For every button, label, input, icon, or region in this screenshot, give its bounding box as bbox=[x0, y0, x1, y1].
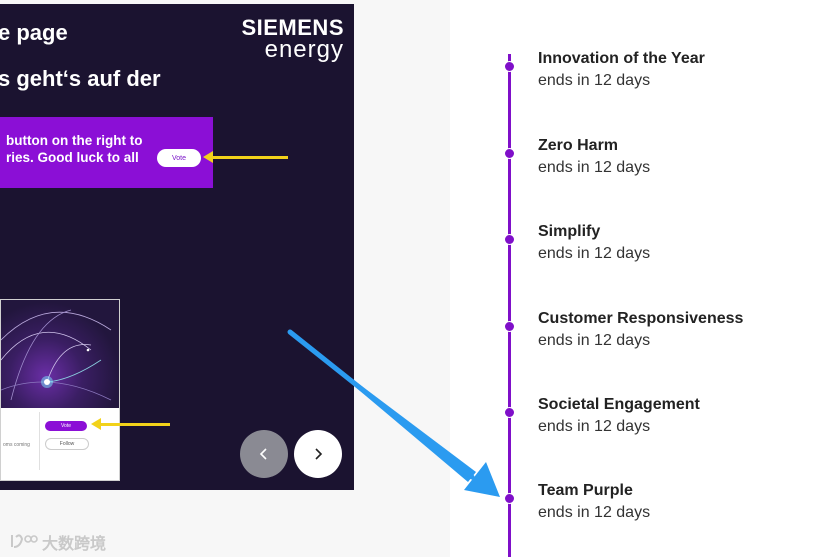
timeline-item-title[interactable]: Innovation of the Year bbox=[538, 50, 705, 68]
watermark-logo-icon bbox=[11, 534, 38, 548]
timeline-item-title[interactable]: Customer Responsiveness bbox=[538, 310, 743, 328]
timeline-dot bbox=[504, 407, 515, 418]
banner-text-line1: button on the right to bbox=[6, 133, 143, 148]
siemens-energy-logo: SIEMENS energy bbox=[241, 17, 344, 63]
timeline-dot bbox=[504, 234, 515, 245]
timeline-item-status: ends in 12 days bbox=[538, 72, 651, 89]
instruction-banner: button on the right to ries. Good luck t… bbox=[0, 117, 213, 188]
slide-title: e page bbox=[0, 20, 68, 45]
timeline-item-status: ends in 12 days bbox=[538, 418, 651, 435]
timeline-item-status: ends in 12 days bbox=[538, 245, 651, 262]
watermark-text: 大数跨境 bbox=[42, 536, 107, 553]
timeline-dot bbox=[504, 148, 515, 159]
example-follow-button: Follow bbox=[45, 438, 89, 450]
timeline-item-title[interactable]: Simplify bbox=[538, 223, 600, 241]
chevron-left-icon bbox=[259, 448, 267, 460]
timeline-item-status: ends in 12 days bbox=[538, 504, 651, 521]
timeline-item-title[interactable]: Team Purple bbox=[538, 482, 633, 500]
timeline-dot bbox=[504, 61, 515, 72]
watermark: 大数跨境 bbox=[10, 530, 106, 554]
timeline-item[interactable]: Simplify ends in 12 days bbox=[450, 223, 836, 273]
challenge-timeline-panel: Innovation of the Year ends in 12 days Z… bbox=[450, 0, 836, 557]
chevron-right-icon bbox=[315, 448, 323, 460]
timeline-item[interactable]: Customer Responsiveness ends in 12 days bbox=[450, 310, 836, 360]
banner-vote-button[interactable]: Vote bbox=[157, 149, 201, 167]
logo-bottom-text: energy bbox=[264, 35, 344, 63]
example-caption: oms coming bbox=[3, 442, 30, 448]
timeline-item-title[interactable]: Societal Engagement bbox=[538, 396, 700, 414]
yellow-arrow-head-2 bbox=[91, 418, 101, 430]
timeline-item[interactable]: Innovation of the Year ends in 12 days bbox=[450, 50, 836, 100]
timeline-dot bbox=[504, 493, 515, 504]
orbit-graphic-icon bbox=[1, 309, 112, 401]
example-visual bbox=[1, 300, 119, 408]
timeline-item-status: ends in 12 days bbox=[538, 159, 651, 176]
slide-subtitle: s geht‘s auf der bbox=[0, 66, 161, 91]
timeline-item[interactable]: Zero Harm ends in 12 days bbox=[450, 137, 836, 187]
next-slide-button[interactable] bbox=[294, 430, 342, 478]
timeline-dot bbox=[504, 321, 515, 332]
example-divider bbox=[39, 412, 40, 470]
banner-text-line2: ries. Good luck to all bbox=[6, 150, 139, 165]
yellow-arrow-line bbox=[212, 156, 288, 159]
example-screenshot: Vote Follow oms coming bbox=[0, 299, 120, 481]
yellow-arrow-line-2 bbox=[100, 423, 170, 426]
previous-slide-button[interactable] bbox=[240, 430, 288, 478]
slide-card: e page s geht‘s auf der SIEMENS energy b… bbox=[0, 4, 354, 490]
yellow-arrow-head bbox=[203, 151, 213, 163]
timeline-item-status: ends in 12 days bbox=[538, 332, 651, 349]
timeline-item[interactable]: Team Purple ends in 12 days bbox=[450, 482, 836, 532]
timeline-item-title[interactable]: Zero Harm bbox=[538, 137, 618, 155]
example-vote-button: Vote bbox=[45, 421, 87, 431]
timeline-item[interactable]: Societal Engagement ends in 12 days bbox=[450, 396, 836, 446]
